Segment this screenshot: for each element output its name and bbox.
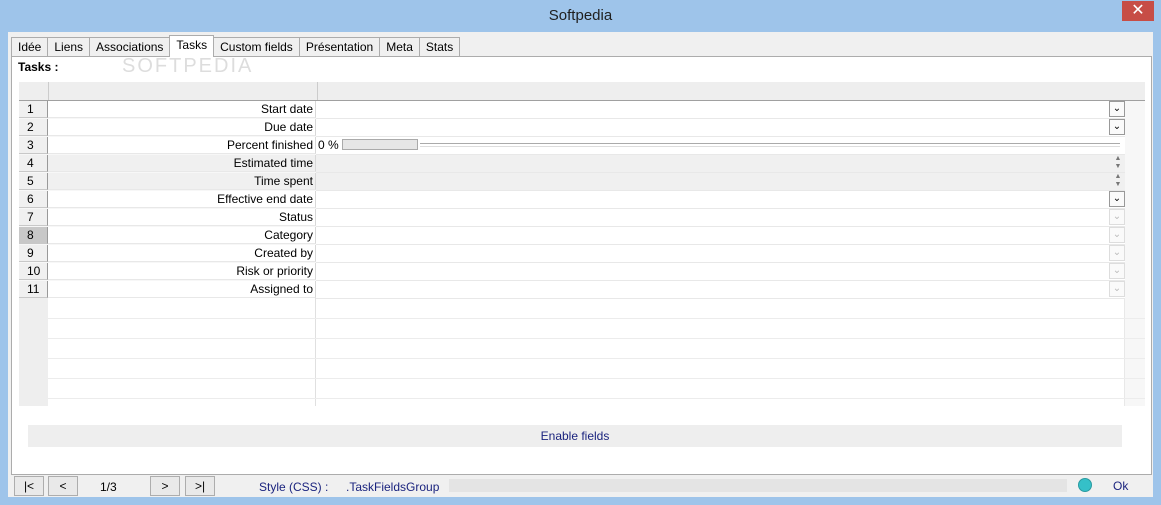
- status-indicator-icon: [1078, 478, 1092, 492]
- table-row[interactable]: 4 Estimated time ▲ ▼: [19, 155, 1125, 173]
- first-record-button[interactable]: |<: [14, 476, 44, 496]
- progress-bar: [449, 479, 1067, 492]
- close-button[interactable]: ✕: [1122, 1, 1154, 21]
- field-label: Estimated time: [48, 155, 316, 172]
- enable-fields-button[interactable]: Enable fields: [28, 425, 1122, 447]
- table-row[interactable]: 9 Created by ⌄: [19, 245, 1125, 263]
- row-number[interactable]: 8: [19, 227, 48, 244]
- field-value[interactable]: ⌄: [316, 209, 1125, 227]
- field-label: Due date: [48, 119, 316, 136]
- task-fields-grid: 1 Start date ⌄ 2 Due date ⌄ 3 Percent finished 0…: [19, 82, 1145, 406]
- tab-liens[interactable]: Liens: [47, 37, 91, 56]
- tab-tasks[interactable]: Tasks: [169, 35, 215, 57]
- table-row[interactable]: 2 Due date ⌄: [19, 119, 1125, 137]
- chevron-down-icon: ⌄: [1109, 227, 1125, 243]
- field-value[interactable]: ▲ ▼: [316, 155, 1125, 173]
- field-label: Time spent: [48, 173, 316, 190]
- grid-empty-line: [48, 358, 1145, 359]
- table-row[interactable]: 1 Start date ⌄: [19, 101, 1125, 119]
- previous-record-button[interactable]: <: [48, 476, 78, 496]
- field-label: Risk or priority: [48, 263, 316, 280]
- tab-associations[interactable]: Associations: [89, 37, 171, 56]
- field-value[interactable]: ⌄: [316, 101, 1125, 119]
- spin-arrows-icon[interactable]: ▲ ▼: [1113, 173, 1123, 189]
- last-record-button[interactable]: >|: [185, 476, 215, 496]
- row-number[interactable]: 2: [19, 119, 48, 136]
- chevron-down-icon: ⌄: [1109, 263, 1125, 279]
- chevron-down-icon: ⌄: [1109, 245, 1125, 261]
- grid-empty-line: [48, 338, 1145, 339]
- chevron-down-icon[interactable]: ⌄: [1109, 101, 1125, 117]
- field-value[interactable]: ⌄: [316, 281, 1125, 299]
- percent-value: 0 %: [318, 138, 339, 152]
- grid-empty-line: [48, 378, 1145, 379]
- grid-empty-line: [48, 398, 1145, 399]
- field-value[interactable]: ▲ ▼: [316, 173, 1125, 191]
- table-row[interactable]: 3 Percent finished 0 %: [19, 137, 1125, 155]
- next-record-button[interactable]: >: [150, 476, 180, 496]
- page-indicator: 1/3: [100, 480, 117, 494]
- spin-arrows-icon[interactable]: ▲ ▼: [1113, 155, 1123, 171]
- status-label: Ok: [1113, 479, 1129, 493]
- grid-empty-values: [316, 298, 1125, 406]
- row-number[interactable]: 9: [19, 245, 48, 262]
- percent-slider[interactable]: [420, 143, 1120, 147]
- tab-meta[interactable]: Meta: [379, 37, 420, 56]
- grid-header-label-col: [48, 82, 318, 100]
- row-number[interactable]: 6: [19, 191, 48, 208]
- row-number[interactable]: 3: [19, 137, 48, 154]
- field-value[interactable]: ⌄: [316, 245, 1125, 263]
- field-label: Category: [48, 227, 316, 244]
- field-value[interactable]: ⌄: [316, 227, 1125, 245]
- tab-présentation[interactable]: Présentation: [298, 37, 381, 56]
- close-icon: ✕: [1131, 2, 1145, 19]
- chevron-down-icon: ⌄: [1109, 209, 1125, 225]
- chevron-down-icon[interactable]: ⌄: [1109, 191, 1125, 207]
- chevron-down-icon: ⌄: [1109, 281, 1125, 297]
- grid-header: [19, 82, 1145, 101]
- table-row[interactable]: 5 Time spent ▲ ▼: [19, 173, 1125, 191]
- row-number[interactable]: 7: [19, 209, 48, 226]
- tasks-panel: Tasks : SOFTPEDIA 1 Start date ⌄ 2 Due date ⌄…: [11, 55, 1152, 475]
- field-value[interactable]: ⌄: [316, 263, 1125, 281]
- softpedia-watermark: SOFTPEDIA: [122, 55, 254, 77]
- table-row[interactable]: 8 Category ⌄: [19, 227, 1125, 245]
- tab-stats[interactable]: Stats: [418, 37, 461, 56]
- client-area: Idée Liens Associations Tasks Custom fields P…: [8, 32, 1153, 497]
- row-number[interactable]: 11: [19, 281, 48, 298]
- navigation-bar: |< < 1/3 > >| Style (CSS) : .TaskFieldsG…: [8, 473, 1153, 497]
- tab-strip: Idée Liens Associations Tasks Custom fields P…: [11, 35, 461, 57]
- window-title: Softpedia: [548, 7, 613, 24]
- table-row[interactable]: 10 Risk or priority ⌄: [19, 263, 1125, 281]
- field-label: Created by: [48, 245, 316, 262]
- table-row[interactable]: 7 Status ⌄: [19, 209, 1125, 227]
- row-number[interactable]: 10: [19, 263, 48, 280]
- tab-custom-fields[interactable]: Custom fields: [213, 37, 300, 56]
- style-css-label: Style (CSS) :: [259, 480, 329, 494]
- field-value[interactable]: ⌄: [316, 119, 1125, 137]
- grid-empty-rownums: [19, 298, 48, 406]
- field-label: Effective end date: [48, 191, 316, 208]
- tab-idée[interactable]: Idée: [11, 37, 49, 56]
- field-label: Status: [48, 209, 316, 226]
- table-row[interactable]: 6 Effective end date ⌄: [19, 191, 1125, 209]
- row-number[interactable]: 5: [19, 173, 48, 190]
- style-css-value[interactable]: .TaskFieldsGroup: [346, 480, 439, 494]
- panel-title: Tasks :: [18, 60, 59, 74]
- row-number[interactable]: 1: [19, 101, 48, 118]
- grid-empty-line: [48, 318, 1145, 319]
- field-label: Start date: [48, 101, 316, 118]
- field-label: Assigned to: [48, 281, 316, 298]
- row-number[interactable]: 4: [19, 155, 48, 172]
- table-row[interactable]: 11 Assigned to ⌄: [19, 281, 1125, 299]
- title-bar[interactable]: Softpedia ✕: [0, 0, 1161, 32]
- chevron-down-icon[interactable]: ⌄: [1109, 119, 1125, 135]
- field-value[interactable]: 0 %: [316, 137, 1125, 155]
- grid-empty-labels: [48, 298, 316, 406]
- percent-progress-box: [342, 139, 418, 150]
- app-window: Softpedia ✕ Idée Liens Associations Tasks Cu…: [0, 0, 1161, 505]
- field-label: Percent finished: [48, 137, 316, 154]
- field-value[interactable]: ⌄: [316, 191, 1125, 209]
